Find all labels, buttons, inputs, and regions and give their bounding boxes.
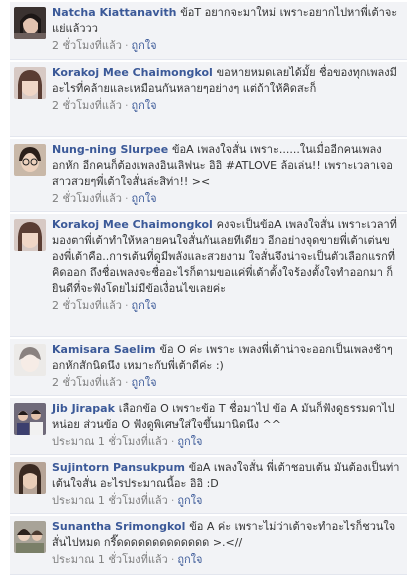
comment-timestamp[interactable]: 2 ชั่วโมงที่แล้ว [52,39,122,52]
avatar[interactable] [14,403,46,435]
comment-timestamp[interactable]: ประมาณ 1 ชั่วโมงที่แล้ว [52,435,168,448]
comment-body: Jib Jirapak เลือกข้อ O เพราะข้อ T ชื่อมา… [52,401,401,450]
comment-body: Korakoj Mee Chaimongkol ขอหายหมดเลยได้มั… [52,65,401,114]
comment-author-link[interactable]: Nung-ning Slurpee [52,143,172,156]
avatar[interactable] [14,344,46,376]
comment-body: Natcha Kiattanavith ข้อT อยากจะมาใหม่ เพ… [52,5,401,54]
comment-body: Kamisara Saelim ข้อ O ค่ะ เพราะ เพลงพี่เ… [52,342,401,391]
comment-author-link[interactable]: Sunantha Srimongkol [52,520,189,533]
like-link[interactable]: ถูกใจ [177,494,202,507]
girl-long-hair-icon [14,462,46,494]
comment-author-link[interactable]: Korakoj Mee Chaimongkol [52,66,217,79]
comment-author-link[interactable]: Kamisara Saelim [52,343,159,356]
comment-body: Sujintorn Pansukpum ข้อA เพลงใจสั่น พี่เ… [52,460,401,509]
avatar[interactable] [14,7,46,39]
comment-body: Sunantha Srimongkol ข้อ A ค่ะ เพราะไม่ว่… [52,519,401,568]
avatar[interactable] [14,219,46,251]
girl-bangs-icon [14,219,46,251]
comment-item: Korakoj Mee Chaimongkol ขอหายหมดเลยได้มั… [10,61,407,137]
comment-timestamp[interactable]: 2 ชั่วโมงที่แล้ว [52,192,122,205]
comment-body: Korakoj Mee Chaimongkol คงจะเป็นข้อA เพล… [52,217,401,314]
comment-timestamp[interactable]: ประมาณ 1 ชั่วโมงที่แล้ว [52,553,168,566]
girl-bangs-icon [14,67,46,99]
like-link[interactable]: ถูกใจ [131,39,156,52]
comment-author-link[interactable]: Jib Jirapak [52,402,119,415]
like-link[interactable]: ถูกใจ [131,99,156,112]
comment-author-link[interactable]: Natcha Kiattanavith [52,6,180,19]
girl-pale-icon [14,344,46,376]
comment-thread: Natcha Kiattanavith ข้อT อยากจะมาใหม่ เพ… [0,0,417,576]
comment-meta: 2 ชั่วโมงที่แล้ว · ถูกใจ [52,299,157,312]
like-link[interactable]: ถูกใจ [131,299,156,312]
comment-item: Natcha Kiattanavith ข้อT อยากจะมาใหม่ เพ… [10,1,407,60]
comment-item: Korakoj Mee Chaimongkol คงจะเป็นข้อA เพล… [10,213,407,337]
comment-author-link[interactable]: Korakoj Mee Chaimongkol [52,218,217,231]
like-link[interactable]: ถูกใจ [177,435,202,448]
comment-timestamp[interactable]: 2 ชั่วโมงที่แล้ว [52,99,122,112]
group-photo-icon [14,403,46,435]
comment-meta: ประมาณ 1 ชั่วโมงที่แล้ว · ถูกใจ [52,435,203,448]
like-link[interactable]: ถูกใจ [131,376,156,389]
comment-meta: 2 ชั่วโมงที่แล้ว · ถูกใจ [52,376,157,389]
avatar[interactable] [14,462,46,494]
comment-body: Nung-ning Slurpee ข้อA เพลงใจสั่น เพราะ.… [52,142,401,207]
avatar[interactable] [14,67,46,99]
comment-item: Sujintorn Pansukpum ข้อA เพลงใจสั่น พี่เ… [10,456,407,514]
like-link[interactable]: ถูกใจ [131,192,156,205]
comment-item: Sunantha Srimongkol ข้อ A ค่ะ เพราะไม่ว่… [10,515,407,575]
like-link[interactable]: ถูกใจ [177,553,202,566]
comment-item: Jib Jirapak เลือกข้อ O เพราะข้อ T ชื่อมา… [10,397,407,455]
girl-selfie-icon [14,7,46,39]
comment-timestamp[interactable]: 2 ชั่วโมงที่แล้ว [52,299,122,312]
comment-timestamp[interactable]: ประมาณ 1 ชั่วโมงที่แล้ว [52,494,168,507]
avatar[interactable] [14,521,46,553]
comment-timestamp[interactable]: 2 ชั่วโมงที่แล้ว [52,376,122,389]
avatar[interactable] [14,144,46,176]
comment-author-link[interactable]: Sujintorn Pansukpum [52,461,189,474]
comment-meta: 2 ชั่วโมงที่แล้ว · ถูกใจ [52,99,157,112]
comment-item: Nung-ning Slurpee ข้อA เพลงใจสั่น เพราะ.… [10,138,407,212]
girl-group-icon [14,521,46,553]
comment-meta: 2 ชั่วโมงที่แล้ว · ถูกใจ [52,39,157,52]
comment-item: Kamisara Saelim ข้อ O ค่ะ เพราะ เพลงพี่เ… [10,338,407,396]
comment-meta: 2 ชั่วโมงที่แล้ว · ถูกใจ [52,192,157,205]
comment-meta: ประมาณ 1 ชั่วโมงที่แล้ว · ถูกใจ [52,494,203,507]
comment-meta: ประมาณ 1 ชั่วโมงที่แล้ว · ถูกใจ [52,553,203,566]
girl-glasses-icon [14,144,46,176]
